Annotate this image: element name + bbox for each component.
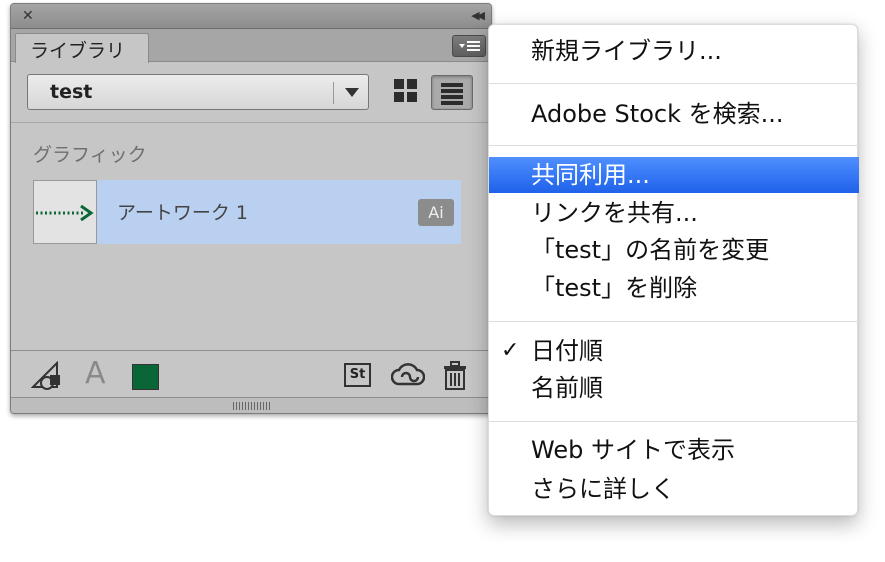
menu-item-new-library[interactable]: 新規ライブラリ... bbox=[489, 33, 859, 69]
library-dropdown[interactable]: test bbox=[27, 74, 369, 110]
add-character-style-icon[interactable]: A bbox=[85, 356, 106, 391]
libraries-panel: ✕ ◀◀ ライブラリ test グラフィック アートワーク 1 Ai A St bbox=[10, 3, 492, 414]
stock-icon[interactable]: St bbox=[344, 363, 371, 387]
menu-separator bbox=[489, 321, 859, 322]
asset-thumbnail bbox=[33, 180, 97, 244]
divider bbox=[11, 122, 491, 123]
asset-list-item[interactable]: アートワーク 1 Ai bbox=[33, 180, 461, 244]
add-color-swatch[interactable] bbox=[132, 364, 159, 390]
menu-item-share-link[interactable]: リンクを共有... bbox=[489, 195, 859, 231]
illustrator-badge: Ai bbox=[418, 199, 454, 226]
asset-name: アートワーク 1 bbox=[117, 202, 248, 224]
checkmark-icon: ✓ bbox=[501, 338, 520, 363]
dropdown-divider bbox=[333, 82, 334, 104]
resize-handle[interactable] bbox=[11, 397, 491, 413]
collapse-icon[interactable]: ◀◀ bbox=[471, 7, 485, 25]
list-view-icon[interactable] bbox=[431, 75, 473, 110]
panel-menu-button[interactable] bbox=[452, 35, 486, 57]
section-label-graphics: グラフィック bbox=[33, 144, 147, 166]
menu-item-sort-by-date[interactable]: ✓ 日付順 bbox=[489, 333, 859, 369]
panel-titlebar: ✕ ◀◀ bbox=[11, 4, 491, 29]
menu-separator bbox=[489, 145, 859, 146]
grid-view-icon[interactable] bbox=[394, 79, 420, 105]
panel-menu-icon bbox=[459, 41, 480, 51]
menu-item-search-adobe-stock[interactable]: Adobe Stock を検索... bbox=[489, 96, 859, 132]
menu-item-collaborate[interactable]: 共同利用... bbox=[489, 157, 859, 193]
panel-tab-row: ライブラリ bbox=[11, 29, 491, 63]
dotted-arrow-icon bbox=[36, 204, 94, 222]
add-graphic-icon[interactable] bbox=[31, 361, 63, 391]
menu-separator bbox=[489, 421, 859, 422]
close-icon[interactable]: ✕ bbox=[22, 7, 34, 25]
panel-footer: A St bbox=[11, 350, 491, 400]
menu-separator bbox=[489, 83, 859, 84]
menu-item-delete-library[interactable]: 「test」を削除 bbox=[489, 270, 859, 306]
menu-item-view-on-website[interactable]: Web サイトで表示 bbox=[489, 432, 859, 468]
menu-item-label: 日付順 bbox=[531, 337, 603, 365]
creative-cloud-icon[interactable] bbox=[391, 362, 425, 390]
tab-libraries[interactable]: ライブラリ bbox=[15, 33, 149, 63]
menu-item-learn-more[interactable]: さらに詳しく bbox=[489, 471, 859, 507]
library-dropdown-value: test bbox=[50, 81, 93, 103]
trash-icon[interactable] bbox=[443, 361, 467, 391]
grip-icon bbox=[233, 402, 271, 410]
menu-item-sort-by-name[interactable]: 名前順 bbox=[489, 370, 859, 406]
panel-context-menu: 新規ライブラリ... Adobe Stock を検索... 共同利用... リン… bbox=[488, 24, 859, 516]
chevron-down-icon bbox=[345, 88, 359, 97]
menu-item-rename-library[interactable]: 「test」の名前を変更 bbox=[489, 232, 859, 268]
